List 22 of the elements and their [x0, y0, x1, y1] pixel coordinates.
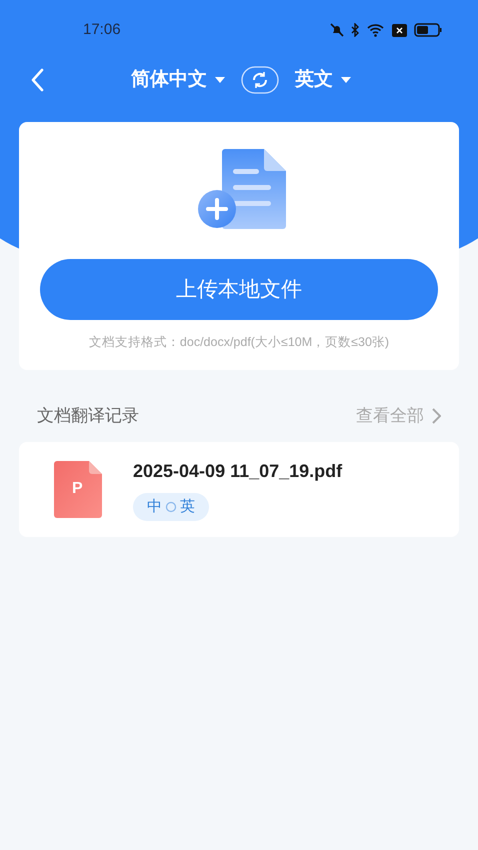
format-hint: 文档支持格式：doc/docx/pdf(大小≤10M，页数≤30张): [88, 334, 390, 351]
back-icon[interactable]: [30, 68, 44, 92]
chevron-right-icon: [432, 408, 441, 424]
battery-icon: [414, 23, 442, 37]
file-icon: [54, 461, 102, 518]
file-type-label: P: [72, 481, 83, 497]
section-title: 文档翻译记录: [37, 405, 139, 428]
caret-icon: [341, 77, 351, 83]
wifi-icon: [367, 23, 385, 37]
close-box-icon: [392, 24, 407, 36]
source-language-dropdown[interactable]: 简体中文: [131, 66, 225, 94]
status-time: 17:06: [83, 20, 121, 40]
caret-icon: [215, 77, 225, 83]
bluetooth-icon: [351, 23, 360, 37]
upload-button[interactable]: 上传本地文件: [40, 259, 438, 320]
target-language-dropdown[interactable]: 英文: [295, 66, 351, 94]
bell-off-icon: [330, 23, 344, 37]
add-document-icon: [198, 149, 288, 231]
record-card[interactable]: P 2025-04-09 11_07_19.pdf 中 英: [19, 442, 459, 537]
file-name: 2025-04-09 11_07_19.pdf: [133, 460, 342, 483]
view-all-link[interactable]: 查看全部: [356, 403, 441, 429]
language-pair-tag: 中 英: [133, 493, 209, 521]
